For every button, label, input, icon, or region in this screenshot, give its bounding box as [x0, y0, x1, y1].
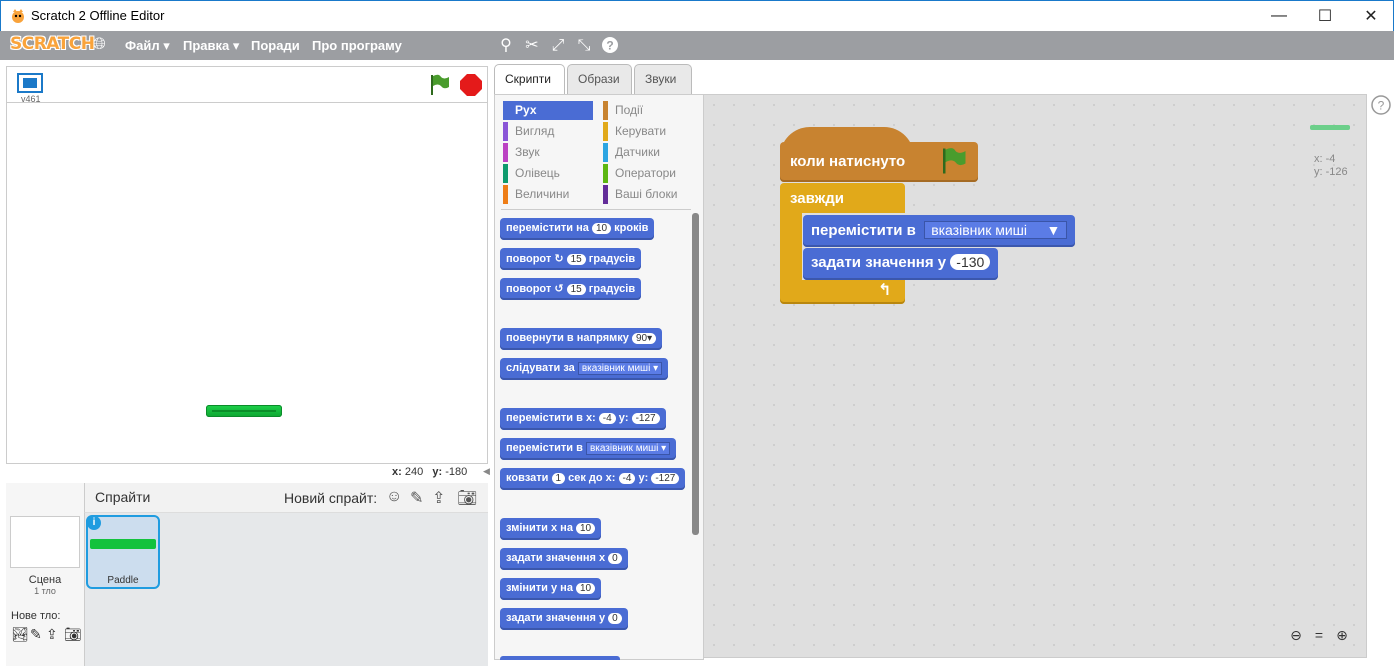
camera-backdrop-icon[interactable]: 📷︎ [64, 626, 82, 643]
presentation-mode-icon[interactable] [17, 73, 43, 93]
block-point-direction[interactable]: повернути в напрямку 90▾ [500, 328, 663, 350]
block-glide-clip: ковзати 1 сек до x: -4 y: -127 [500, 468, 703, 492]
zoom-out-icon[interactable]: ⊖ [1286, 627, 1306, 643]
block-turn-left[interactable]: поворот ↺ 15 градусів [500, 278, 642, 300]
new-sprite-label: Новий спрайт: [284, 490, 378, 506]
block-change-x[interactable]: змінити х на 10 [500, 518, 602, 540]
set-y-block[interactable]: задати значення у -130 [803, 248, 999, 280]
menu-bar: SCRATCH 🌐︎ Файл ▾ Правка ▾ Поради Про пр… [0, 31, 1394, 60]
sprite-thumbnail [90, 539, 156, 549]
stop-icon[interactable] [459, 73, 483, 97]
globe-icon[interactable]: 🌐︎ [93, 36, 106, 54]
sprite-name: Paddle [107, 575, 139, 586]
scene-column: Сцена 1 тло Нове тло: 🏞︎ ✎ ⇪ 📷︎ [6, 483, 84, 666]
block-set-x[interactable]: задати значення х 0 [500, 548, 628, 570]
green-flag-icon [943, 148, 966, 174]
sprite-x-readout: x: -4 [1314, 153, 1336, 165]
palette-divider [501, 209, 691, 210]
block-point-towards[interactable]: слідувати за вказівник миші ▾ [500, 358, 669, 380]
menu-file[interactable]: Файл ▾ [125, 38, 170, 54]
sprite-tile[interactable]: i Paddle [86, 515, 160, 589]
block-change-y[interactable]: змінити у на 10 [500, 578, 602, 600]
maximize-button[interactable]: ☐ [1302, 1, 1348, 31]
palette-scrollbar[interactable] [692, 213, 699, 535]
category-sound[interactable]: Звук [503, 143, 593, 162]
scratch-cat-icon [12, 9, 24, 23]
script-help-icon[interactable]: ? [1370, 94, 1392, 116]
category-operators[interactable]: Оператори [603, 164, 693, 183]
forever-block-side [780, 213, 802, 281]
block-goto[interactable]: перемістити в вказівник миші ▾ [500, 438, 677, 460]
grow-icon[interactable]: ⤢ [548, 36, 568, 56]
scratch-logo[interactable]: SCRATCH [10, 34, 95, 54]
help-icon[interactable]: ? [600, 36, 620, 56]
tab-sounds[interactable]: Звуки [634, 64, 692, 94]
upload-sprite-icon[interactable]: ⇪ [432, 488, 445, 508]
loop-arrow-icon: ↰ [878, 282, 892, 299]
category-control[interactable]: Керувати [603, 122, 693, 141]
when-flag-label: коли натиснуто [790, 153, 906, 170]
category-sensing[interactable]: Датчики [603, 143, 693, 162]
category-pen[interactable]: Олівець [503, 164, 593, 183]
upload-backdrop-icon[interactable]: ⇪ [46, 626, 58, 643]
sprite-mini-thumbnail [1310, 125, 1350, 130]
tab-costumes[interactable]: Образи [567, 64, 632, 94]
block-turn-right[interactable]: поворот ↻ 15 градусів [500, 248, 642, 270]
zoom-reset-icon[interactable]: = [1309, 627, 1329, 643]
category-events[interactable]: Події [603, 101, 693, 120]
category-looks[interactable]: Вигляд [503, 122, 593, 141]
svg-text:?: ? [606, 39, 613, 53]
when-flag-clicked-block[interactable]: коли натиснуто [780, 142, 978, 182]
backdrop-library-icon[interactable]: 🏞︎ [11, 626, 29, 643]
script-help[interactable]: ? [1370, 94, 1394, 120]
title-bar: Scratch 2 Offline Editor — ☐ ✕ [0, 0, 1394, 31]
scene-backdrop-count: 1 тло [34, 586, 56, 596]
paint-sprite-icon[interactable]: ✎ [410, 488, 423, 508]
menu-about[interactable]: Про програму [312, 38, 402, 53]
scene-thumbnail[interactable] [10, 516, 80, 568]
menu-tips[interactable]: Поради [251, 38, 300, 53]
delete-scissors-icon[interactable]: ✂ [522, 36, 542, 56]
new-backdrop-label: Нове тло: [11, 610, 61, 622]
set-y-input[interactable]: -130 [950, 254, 991, 270]
shrink-icon[interactable]: ⤡ [574, 36, 594, 56]
camera-sprite-icon[interactable]: 📷︎ [457, 488, 477, 508]
sprites-header: Спрайти Новий спрайт: ☺ ✎ ⇪ 📷︎ [84, 483, 488, 513]
window-title: Scratch 2 Offline Editor [31, 8, 165, 23]
svg-text:?: ? [1378, 99, 1385, 113]
tab-scripts[interactable]: Скрипти [494, 64, 565, 94]
forever-block-bottom: ↰ [780, 280, 905, 304]
block-partial [500, 656, 620, 660]
duplicate-stamp-icon[interactable]: ⚲ [496, 36, 516, 56]
block-glide[interactable]: ковзати 1 сек до x: -4 y: -127 [500, 468, 686, 490]
category-my-blocks[interactable]: Ваші блоки [603, 185, 693, 204]
sprite-info-icon[interactable]: i [87, 516, 101, 530]
goto-target-dropdown[interactable]: вказівник миші ▼ [924, 221, 1068, 239]
scene-label: Сцена [28, 574, 62, 586]
forever-block[interactable]: завжди [780, 183, 905, 213]
paint-backdrop-icon[interactable]: ✎ [30, 626, 42, 643]
stage-header: v461 [6, 66, 488, 104]
green-flag-icon[interactable] [427, 73, 451, 97]
goto-mouse-block[interactable]: перемістити в вказівник миші ▼ [803, 215, 1076, 247]
sprite-y-readout: y: -126 [1314, 166, 1348, 178]
category-variables[interactable]: Величини [503, 185, 593, 204]
block-set-y[interactable]: задати значення у 0 [500, 608, 628, 630]
sprites-title: Спрайти [95, 489, 151, 505]
forever-label: завжди [790, 190, 845, 207]
collapse-stage-arrow[interactable]: ◀ [483, 466, 490, 477]
stage-canvas[interactable] [6, 102, 488, 464]
zoom-in-icon[interactable]: ⊕ [1332, 627, 1352, 643]
block-move-steps[interactable]: перемістити на 10 кроків [500, 218, 655, 240]
close-button[interactable]: ✕ [1348, 1, 1394, 31]
minimize-button[interactable]: — [1256, 1, 1302, 31]
paddle-sprite[interactable] [206, 405, 282, 417]
block-goto-xy[interactable]: перемістити в x: -4 y: -127 [500, 408, 666, 430]
category-motion[interactable]: Рух [503, 101, 593, 120]
mouse-coordinates: x: 240 y: -180 [392, 466, 468, 478]
sprite-library-icon[interactable]: ☺ [386, 488, 402, 506]
menu-edit[interactable]: Правка ▾ [183, 38, 239, 54]
